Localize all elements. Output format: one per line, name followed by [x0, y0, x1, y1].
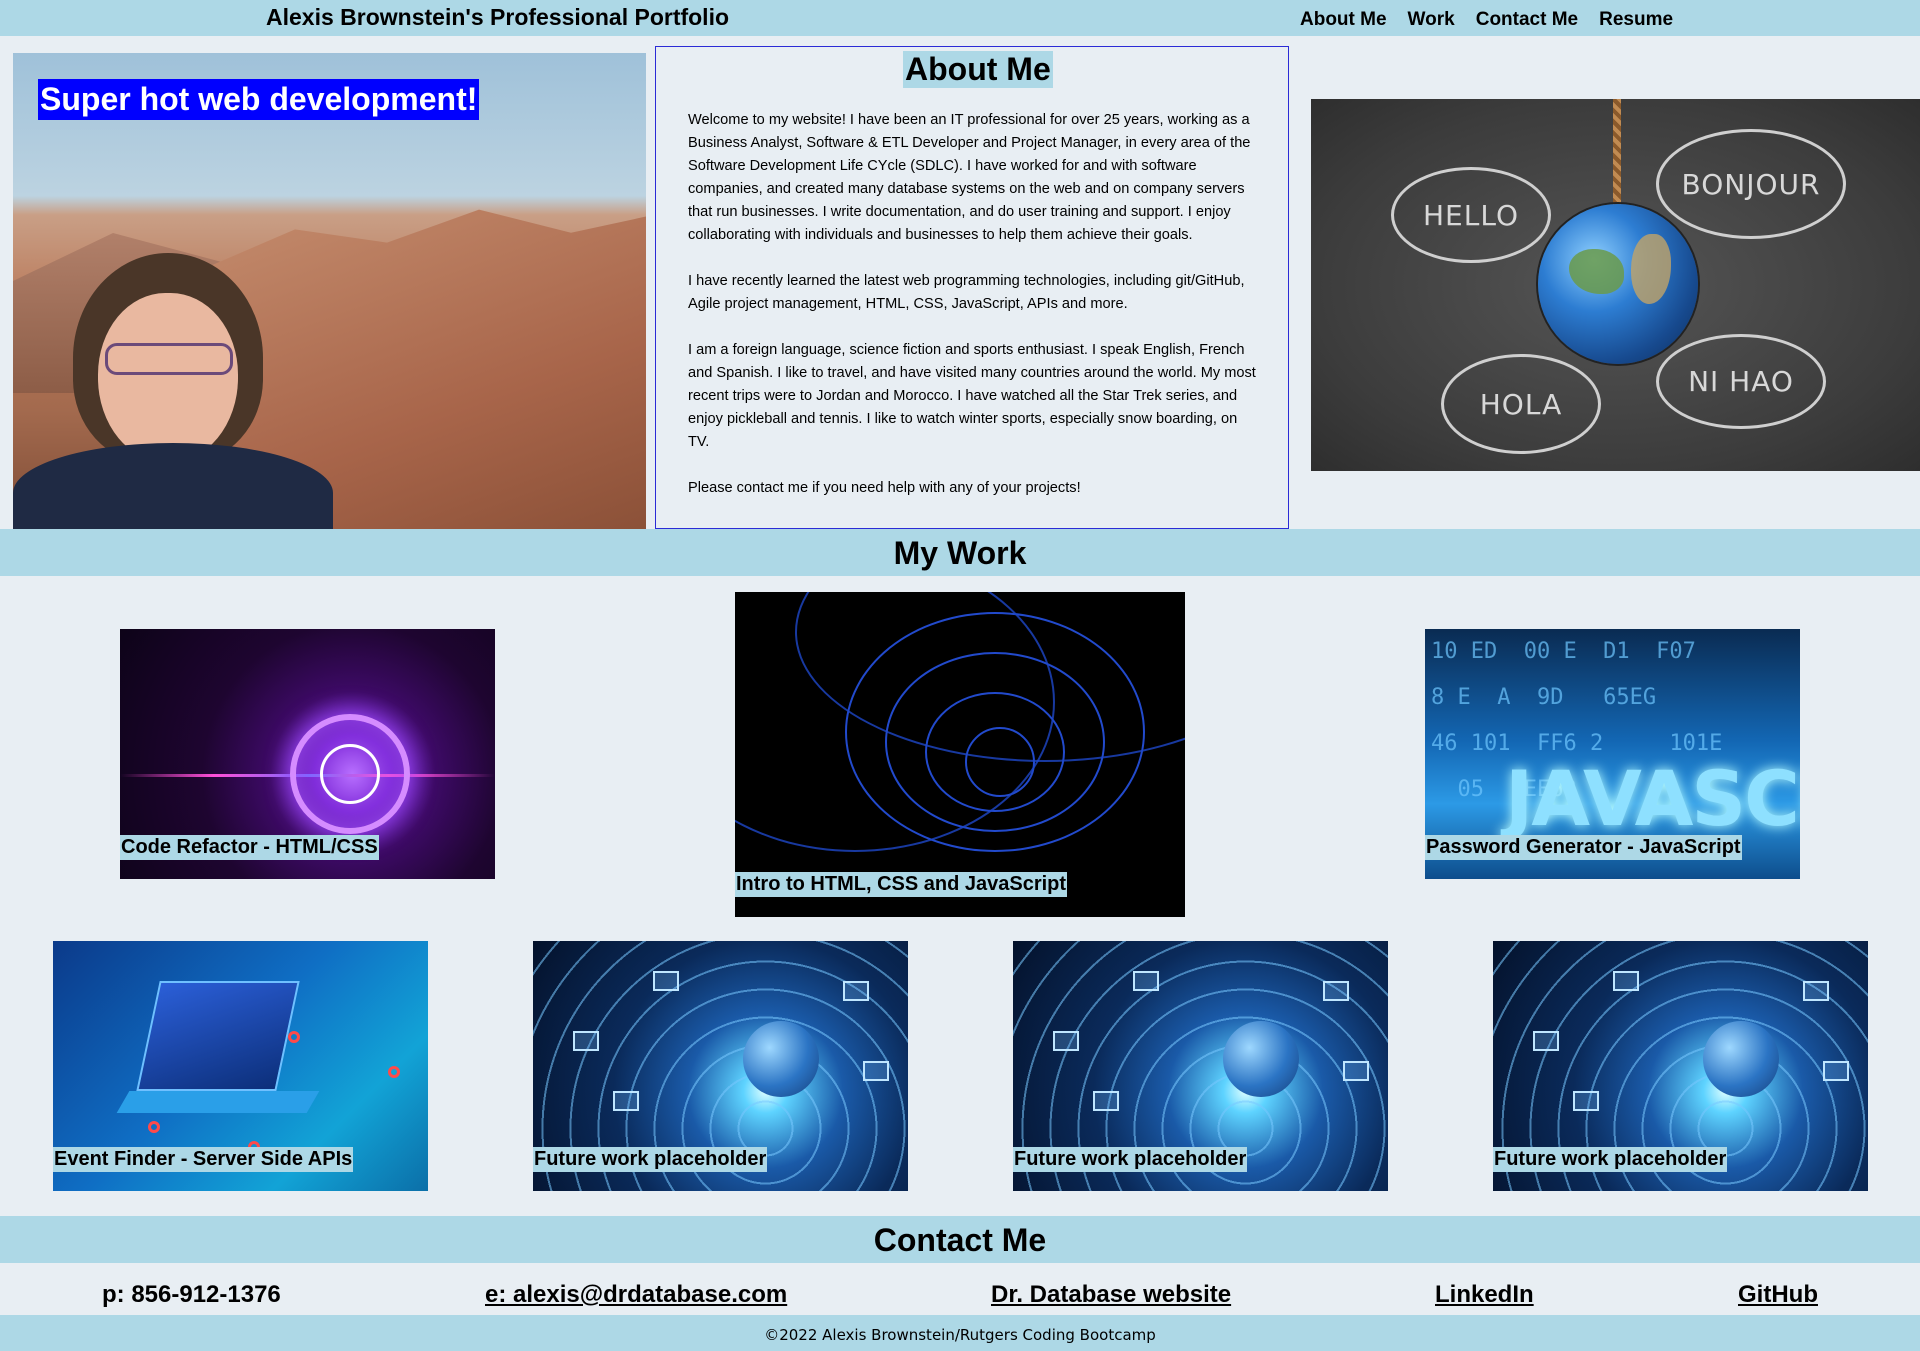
about-paragraph: I have recently learned the latest web p…	[688, 273, 1245, 312]
contact-phone: p: 856-912-1376	[102, 1281, 281, 1308]
site-footer: ©2022 Alexis Brownstein/Rutgers Coding B…	[0, 1315, 1920, 1351]
about-title: About Me	[903, 51, 1053, 88]
work-card-label: Intro to HTML, CSS and JavaScript	[735, 872, 1068, 897]
globe-icon	[1703, 1021, 1779, 1097]
greeting-bubble: HELLO	[1391, 167, 1551, 263]
work-card-future-2[interactable]: Future work placeholder	[1013, 941, 1388, 1191]
nav-about-me[interactable]: About Me	[1300, 9, 1387, 31]
work-card-code-refactor[interactable]: Code Refactor - HTML/CSS	[120, 629, 495, 879]
footer-copyright: ©2022 Alexis Brownstein/Rutgers Coding B…	[764, 1326, 1156, 1344]
contact-github-link[interactable]: GitHub	[1738, 1281, 1818, 1309]
globe-icon	[743, 1021, 819, 1097]
hero-caption: Super hot web development!	[38, 79, 480, 120]
contact-website-link[interactable]: Dr. Database website	[991, 1281, 1231, 1309]
work-card-future-3[interactable]: Future work placeholder	[1493, 941, 1868, 1191]
work-card-label: Code Refactor - HTML/CSS	[120, 835, 379, 860]
nav-contact-me[interactable]: Contact Me	[1476, 9, 1578, 31]
work-card-event-finder[interactable]: Event Finder - Server Side APIs	[53, 941, 428, 1191]
about-paragraph: I am a foreign language, science fiction…	[688, 342, 1256, 450]
about-paragraph: Please contact me if you need help with …	[688, 480, 1081, 496]
work-card-label: Password Generator - JavaScript	[1425, 835, 1742, 860]
globe-icon	[1223, 1021, 1299, 1097]
work-card-label: Future work placeholder	[1493, 1147, 1728, 1172]
work-card-label: Future work placeholder	[533, 1147, 768, 1172]
nav-work[interactable]: Work	[1408, 9, 1455, 31]
work-title: My Work	[893, 535, 1027, 571]
languages-globe-image: HELLO BONJOUR HOLA NI HAO	[1311, 99, 1920, 471]
work-card-label: Future work placeholder	[1013, 1147, 1248, 1172]
work-card-label: Event Finder - Server Side APIs	[53, 1147, 354, 1172]
main-nav: About Me Work Contact Me Resume	[1300, 9, 1694, 31]
contact-email-link[interactable]: e: alexis@drdatabase.com	[485, 1281, 787, 1309]
contact-linkedin-link[interactable]: LinkedIn	[1435, 1281, 1534, 1309]
hero-photo	[13, 53, 646, 529]
greeting-bubble: NI HAO	[1656, 334, 1826, 429]
nav-resume[interactable]: Resume	[1599, 9, 1673, 31]
work-band: My Work	[0, 529, 1920, 576]
work-card-future-1[interactable]: Future work placeholder	[533, 941, 908, 1191]
about-section: About Me Welcome to my website! I have b…	[655, 46, 1289, 529]
about-paragraph: Welcome to my website! I have been an IT…	[688, 112, 1251, 243]
greeting-bubble: BONJOUR	[1656, 129, 1846, 239]
contact-band: Contact Me	[0, 1216, 1920, 1263]
site-title: Alexis Brownstein's Professional Portfol…	[266, 4, 730, 30]
about-text: Welcome to my website! I have been an IT…	[688, 109, 1258, 523]
greeting-bubble: HOLA	[1441, 354, 1601, 454]
work-card-intro-html-css-js[interactable]: Intro to HTML, CSS and JavaScript	[735, 592, 1185, 917]
work-card-password-generator[interactable]: 10 ED 00 E D1 F07 8 E A 9D 65EG 46 101 F…	[1425, 629, 1800, 879]
contact-title: Contact Me	[873, 1222, 1047, 1258]
site-header: Alexis Brownstein's Professional Portfol…	[0, 0, 1920, 36]
